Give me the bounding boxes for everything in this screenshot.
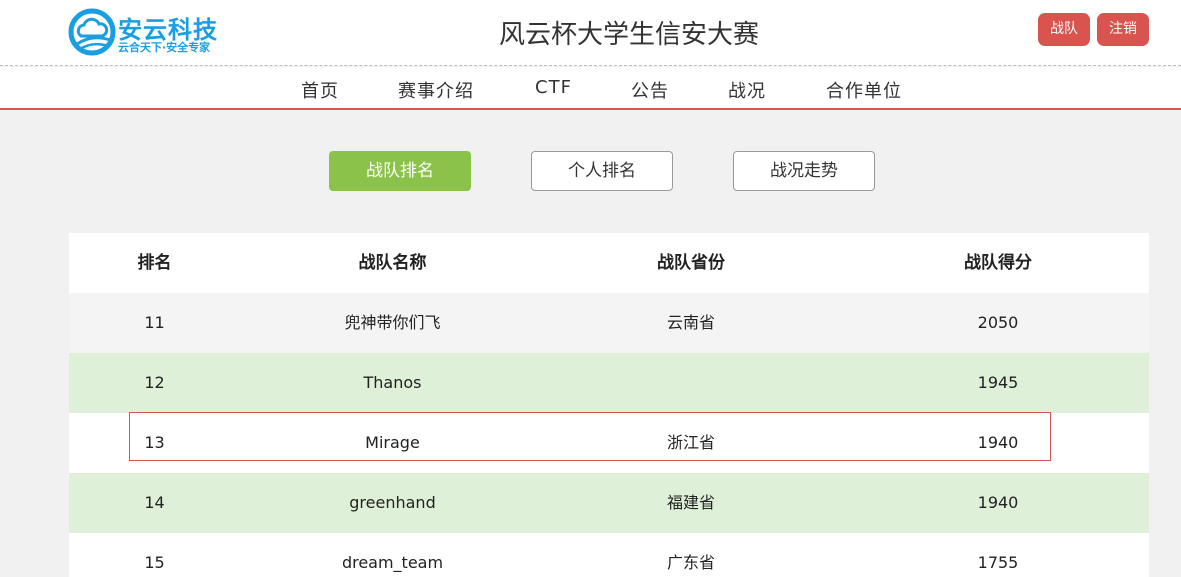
tab-team-ranking[interactable]: 战队排名	[329, 151, 471, 191]
nav-item-event-intro[interactable]: 赛事介绍	[398, 77, 474, 103]
province-cell: 浙江省	[666, 433, 715, 452]
column-header-province: 战队省份	[657, 253, 725, 273]
rank-cell: 13	[144, 433, 165, 452]
team-name-cell: dream_team	[341, 553, 444, 572]
score-cell: 1945	[977, 373, 1019, 392]
page-title: 风云杯大学生信安大赛	[498, 20, 759, 50]
team-name-cell: Mirage	[365, 433, 420, 452]
nav-item-home[interactable]: 首页	[301, 77, 339, 103]
province-cell: 云南省	[666, 313, 715, 332]
team-name-cell: Thanos	[363, 373, 422, 392]
nav-item-ctf[interactable]: CTF	[535, 77, 572, 98]
province-cell	[611, 353, 771, 413]
tab-trend[interactable]: 战况走势	[733, 151, 875, 191]
table-header: 排名 战队名称 战队省份 战队得分	[69, 233, 1149, 293]
rank-cell: 14	[144, 493, 165, 512]
province-cell: 福建省	[666, 493, 715, 512]
team-button[interactable]: 战队	[1038, 13, 1090, 46]
table-row: 13 Mirage 浙江省 1940	[69, 413, 1149, 473]
table-row: 15 dream_team 广东省 1755	[69, 533, 1149, 577]
rank-cell: 12	[144, 373, 165, 392]
table-row: 14 greenhand 福建省 1940	[69, 473, 1149, 533]
logout-button[interactable]: 注销	[1097, 13, 1149, 46]
column-header-rank: 排名	[137, 253, 172, 273]
site-header: 安云科技 云合天下·安全专家 风云杯大学生信安大赛 战队 注销	[0, 0, 1181, 66]
nav-item-announcements[interactable]: 公告	[631, 77, 669, 103]
team-name-cell: 兜神带你们飞	[344, 313, 441, 332]
table-row: 11 兜神带你们飞 云南省 2050	[69, 293, 1149, 353]
nav-item-status[interactable]: 战况	[728, 77, 766, 103]
tab-individual-ranking[interactable]: 个人排名	[531, 151, 673, 191]
nav-item-partners[interactable]: 合作单位	[826, 77, 902, 103]
team-name-cell: greenhand	[349, 493, 436, 512]
table-row: 12 Thanos 1945	[69, 353, 1149, 413]
column-header-team-name: 战队名称	[358, 253, 427, 273]
ranking-table: 排名 战队名称 战队省份 战队得分 11 兜神带你们飞 云南省 2050 12 …	[69, 233, 1149, 577]
rank-cell: 15	[144, 553, 165, 572]
province-cell: 广东省	[666, 553, 715, 572]
rank-cell: 11	[144, 313, 165, 332]
score-cell: 1940	[977, 493, 1019, 512]
main-nav: 首页 赛事介绍 CTF 公告 战况 合作单位	[0, 67, 1181, 110]
score-cell: 2050	[977, 313, 1019, 332]
score-cell: 1940	[977, 433, 1019, 452]
column-header-score: 战队得分	[964, 253, 1032, 273]
score-cell: 1755	[977, 553, 1019, 572]
